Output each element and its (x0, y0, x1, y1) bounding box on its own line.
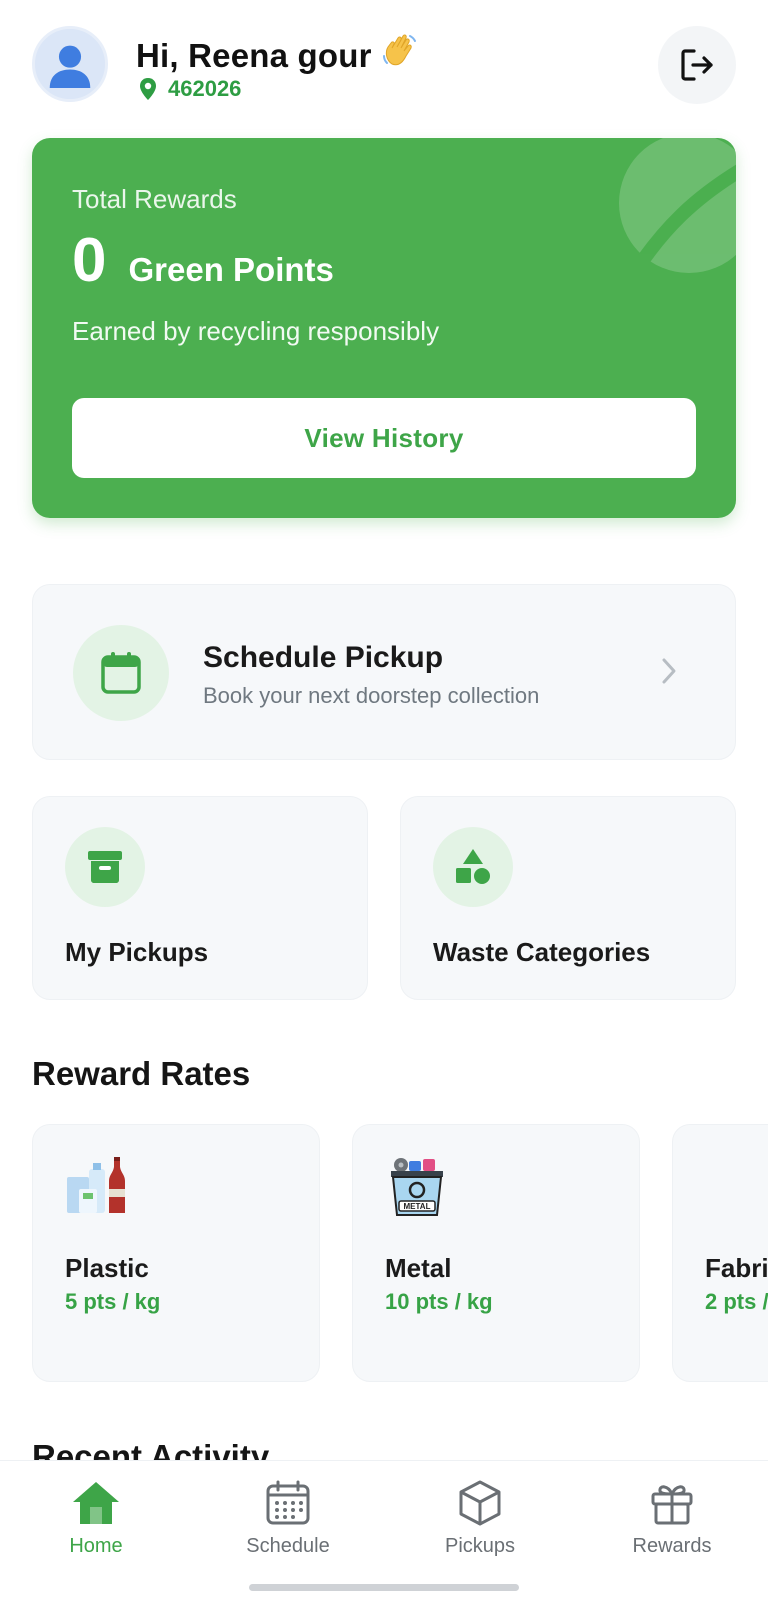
nav-home[interactable]: Home (16, 1479, 176, 1558)
user-avatar-icon (35, 29, 105, 99)
archive-box-icon (88, 851, 122, 883)
total-rewards-card: Total Rewards 0 Green Points Earned by r… (32, 138, 736, 518)
location-row: 462026 (138, 76, 241, 102)
shapes-icon-circle (433, 827, 513, 907)
rewards-subtitle: Earned by recycling responsibly (72, 316, 440, 346)
points-unit: Green Points (128, 251, 334, 288)
rate-card-fabric[interactable]: Fabri 2 pts / (672, 1124, 768, 1382)
home-screen: Hi, Reena gour 462026 Total Rewards 0 Gr… (0, 0, 768, 1600)
package-box-icon (459, 1480, 501, 1526)
gift-icon (651, 1485, 693, 1525)
nav-schedule-label: Schedule (246, 1535, 330, 1557)
metal-bin-icon: METAL (385, 1155, 449, 1219)
nav-rewards-label: Rewards (632, 1535, 712, 1557)
points-row: 0 Green Points (72, 230, 334, 292)
home-icon (73, 1482, 119, 1524)
schedule-calendar-icon (266, 1480, 310, 1525)
chevron-right-icon (659, 655, 679, 692)
waste-categories-tile[interactable]: Waste Categories (400, 796, 736, 1000)
rate-value-plastic: 5 pts / kg (65, 1289, 161, 1314)
greeting-text: Hi, Reena gour (136, 30, 420, 78)
avatar[interactable] (32, 26, 108, 102)
nav-pickups[interactable]: Pickups (400, 1479, 560, 1558)
nav-schedule[interactable]: Schedule (208, 1479, 368, 1558)
leaf-watermark-icon (619, 138, 736, 277)
rate-card-metal[interactable]: METAL Metal 10 pts / kg (352, 1124, 640, 1382)
plastic-bottles-icon (65, 1155, 129, 1219)
rate-name-metal: Metal (385, 1253, 452, 1283)
greeting-label: Hi, Reena gour (136, 37, 372, 74)
nav-rewards[interactable]: Rewards (592, 1479, 752, 1558)
bottom-navigation: Home Schedule Pickups Rewards (0, 1460, 768, 1600)
rewards-label: Total Rewards (72, 184, 237, 214)
schedule-pickup-description: Book your next doorstep collection (203, 683, 540, 708)
schedule-pickup-title: Schedule Pickup (203, 641, 444, 674)
my-pickups-tile[interactable]: My Pickups (32, 796, 368, 1000)
view-history-button[interactable]: View History (72, 398, 696, 478)
rate-name-fabric: Fabri (705, 1253, 768, 1283)
location-pin-icon (140, 78, 156, 100)
calendar-icon (101, 652, 141, 694)
svg-text:METAL: METAL (404, 1202, 431, 1211)
my-pickups-label: My Pickups (65, 937, 209, 967)
rate-value-metal: 10 pts / kg (385, 1289, 493, 1314)
header: Hi, Reena gour 462026 (32, 26, 736, 106)
reward-rates-title: Reward Rates (32, 1055, 251, 1092)
waving-hand-icon (380, 30, 420, 78)
nav-home-label: Home (69, 1535, 123, 1557)
waste-categories-label: Waste Categories (433, 937, 651, 967)
rate-value-fabric: 2 pts / (705, 1289, 768, 1314)
home-indicator-bar[interactable] (249, 1584, 519, 1591)
schedule-pickup-card[interactable]: Schedule Pickup Book your next doorstep … (32, 584, 736, 760)
logout-button[interactable] (658, 26, 736, 104)
logout-icon (681, 49, 713, 81)
calendar-icon-circle (73, 625, 169, 721)
rate-name-plastic: Plastic (65, 1253, 149, 1283)
points-value: 0 (72, 226, 107, 295)
shapes-icon (456, 849, 490, 884)
nav-pickups-label: Pickups (444, 1535, 516, 1557)
location-pincode: 462026 (168, 76, 242, 101)
archive-icon-circle (65, 827, 145, 907)
rate-card-plastic[interactable]: Plastic 5 pts / kg (32, 1124, 320, 1382)
